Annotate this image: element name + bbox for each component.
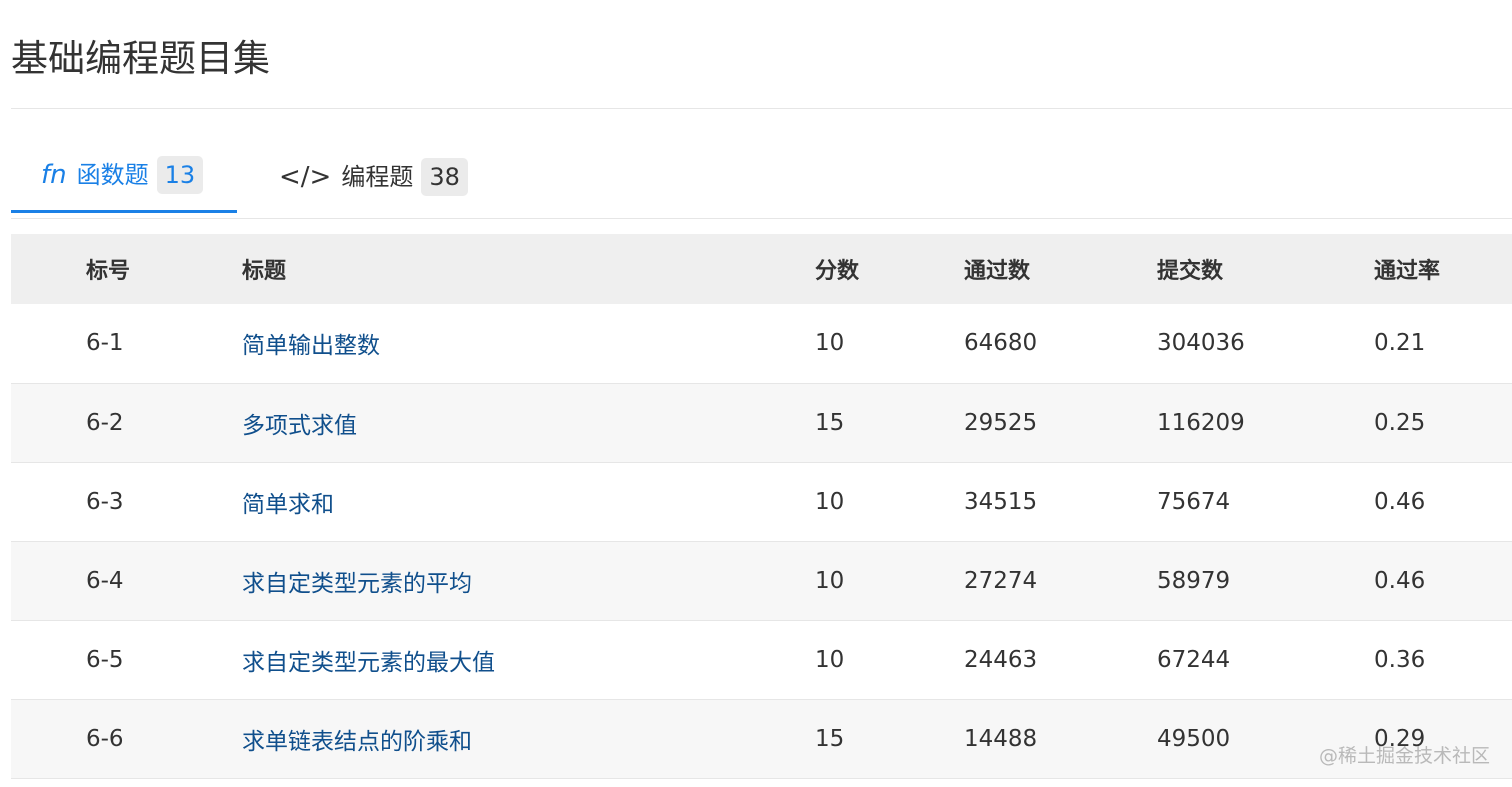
header-title: 标题 xyxy=(242,259,287,284)
problem-link[interactable]: 简单输出整数 xyxy=(242,333,380,359)
cell-score: 10 xyxy=(815,567,845,594)
cell-title: 求自定类型元素的最大值 xyxy=(242,620,815,699)
cell-no: 6-6 xyxy=(86,725,124,752)
table-header-row: 标号 标题 分数 通过数 提交数 通过率 xyxy=(11,234,1512,304)
table-row: 6-3 简单求和 10 34515 75674 0.46 xyxy=(11,462,1512,541)
cell-passed: 64680 xyxy=(964,330,1038,357)
cell-rate: 0.46 xyxy=(1374,488,1426,515)
cell-submitted: 75674 xyxy=(1157,488,1231,515)
cell-title: 多项式求值 xyxy=(242,383,815,462)
function-icon: fn xyxy=(41,160,67,190)
cell-passed: 27274 xyxy=(964,567,1038,594)
watermark: @稀土掘金技术社区 xyxy=(1318,745,1490,767)
cell-rate: 0.21 xyxy=(1374,330,1426,357)
code-icon: </> xyxy=(279,161,332,192)
cell-submitted: 304036 xyxy=(1157,330,1245,357)
cell-score: 10 xyxy=(815,488,845,515)
page-title: 基础编程题目集 xyxy=(11,37,270,80)
tab-programming-label: 编程题 xyxy=(341,162,414,191)
table-row: 6-5 求自定类型元素的最大值 10 24463 67244 0.36 xyxy=(11,620,1512,699)
cell-no: 6-5 xyxy=(86,646,124,673)
cell-no: 6-2 xyxy=(86,409,124,436)
tab-programming-count-badge: 38 xyxy=(421,157,468,196)
cell-rate: 0.25 xyxy=(1374,409,1426,436)
cell-title: 求自定类型元素的平均 xyxy=(242,541,815,620)
problem-link[interactable]: 求自定类型元素的最大值 xyxy=(242,650,495,676)
problem-link[interactable]: 简单求和 xyxy=(242,492,334,518)
cell-score: 10 xyxy=(815,646,845,673)
cell-title: 求单链表结点的阶乘和 xyxy=(242,699,815,778)
page: 基础编程题目集 fn 函数题 13 </> 编程题 38 标号 标题 分数 通过… xyxy=(0,0,1512,787)
cell-passed: 14488 xyxy=(964,725,1038,752)
cell-rate: 0.46 xyxy=(1374,567,1426,594)
problem-table: 标号 标题 分数 通过数 提交数 通过率 6-1 简单输出整数 10 64680… xyxy=(11,234,1512,779)
header-passed: 通过数 xyxy=(964,259,1031,284)
tab-functions-label: 函数题 xyxy=(76,161,149,189)
cell-score: 15 xyxy=(815,409,845,436)
cell-submitted: 67244 xyxy=(1157,646,1231,673)
cell-passed: 24463 xyxy=(964,646,1038,673)
cell-no: 6-3 xyxy=(86,488,124,515)
cell-passed: 34515 xyxy=(964,488,1038,515)
title-divider xyxy=(11,108,1512,109)
cell-title: 简单求和 xyxy=(242,462,815,541)
problem-link[interactable]: 求自定类型元素的平均 xyxy=(242,571,472,597)
problem-type-tabs: fn 函数题 13 </> 编程题 38 xyxy=(11,140,1512,219)
cell-score: 15 xyxy=(815,725,845,752)
tab-programming[interactable]: </> 编程题 38 xyxy=(279,140,468,213)
table-row: 6-2 多项式求值 15 29525 116209 0.25 xyxy=(11,383,1512,462)
cell-passed: 29525 xyxy=(964,409,1038,436)
cell-score: 10 xyxy=(815,330,845,357)
cell-no: 6-4 xyxy=(86,567,124,594)
header-rate: 通过率 xyxy=(1374,259,1441,284)
table-row: 6-4 求自定类型元素的平均 10 27274 58979 0.46 xyxy=(11,541,1512,620)
header-no: 标号 xyxy=(86,259,131,284)
header-submitted: 提交数 xyxy=(1157,259,1224,284)
cell-submitted: 58979 xyxy=(1157,567,1231,594)
problem-table-container: 标号 标题 分数 通过数 提交数 通过率 6-1 简单输出整数 10 64680… xyxy=(11,234,1512,779)
tab-functions[interactable]: fn 函数题 13 xyxy=(11,140,237,213)
cell-title: 简单输出整数 xyxy=(242,304,815,383)
cell-submitted: 116209 xyxy=(1157,409,1245,436)
cell-rate: 0.36 xyxy=(1374,646,1426,673)
problem-link[interactable]: 多项式求值 xyxy=(242,413,357,439)
header-score: 分数 xyxy=(815,259,860,284)
cell-no: 6-1 xyxy=(86,330,124,357)
tab-functions-count-badge: 13 xyxy=(156,156,204,194)
table-row: 6-6 求单链表结点的阶乘和 15 14488 49500 0.29 xyxy=(11,699,1512,778)
table-row: 6-1 简单输出整数 10 64680 304036 0.21 xyxy=(11,304,1512,383)
problem-link[interactable]: 求单链表结点的阶乘和 xyxy=(242,729,472,755)
